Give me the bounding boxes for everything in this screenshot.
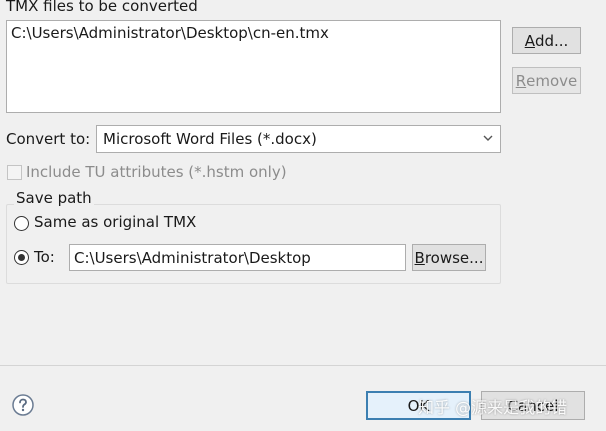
convert-format-value: Microsoft Word Files (*.docx): [103, 130, 317, 148]
convert-to-label: Convert to:: [6, 130, 91, 148]
save-path-input-field[interactable]: [70, 245, 405, 270]
watermark-text: 知乎 @源来是我的错: [418, 398, 568, 417]
to-path-radio[interactable]: [14, 250, 29, 265]
browse-button-label-post: rowse...: [424, 248, 484, 267]
help-icon[interactable]: [12, 394, 34, 416]
browse-button[interactable]: Browse...: [412, 244, 486, 271]
radio-selected-dot: [18, 254, 25, 261]
save-path-title: Save path: [14, 189, 94, 207]
save-path-input[interactable]: [69, 244, 406, 271]
add-button-mnemonic: A: [524, 31, 535, 50]
remove-button-label-post: emove: [526, 71, 578, 90]
tmx-file-list[interactable]: C:\Users\Administrator\Desktop\cn-en.tmx: [6, 20, 501, 113]
to-path-label[interactable]: To:: [34, 248, 55, 266]
convert-format-select[interactable]: Microsoft Word Files (*.docx): [96, 125, 501, 153]
footer-separator: [0, 365, 606, 366]
chevron-down-icon: [483, 135, 493, 141]
remove-button-mnemonic: R: [515, 71, 527, 90]
files-label: TMX files to be converted: [6, 0, 198, 15]
list-item[interactable]: C:\Users\Administrator\Desktop\cn-en.tmx: [11, 24, 329, 42]
include-tu-checkbox[interactable]: [7, 165, 22, 180]
remove-button[interactable]: Remove: [512, 67, 581, 94]
browse-button-mnemonic: B: [414, 248, 425, 267]
same-as-original-label[interactable]: Same as original TMX: [34, 213, 196, 231]
add-button[interactable]: Add...: [512, 27, 581, 54]
include-tu-label: Include TU attributes (*.hstm only): [26, 163, 287, 181]
add-button-label-post: dd...: [534, 31, 569, 50]
same-as-original-radio[interactable]: [14, 216, 29, 231]
